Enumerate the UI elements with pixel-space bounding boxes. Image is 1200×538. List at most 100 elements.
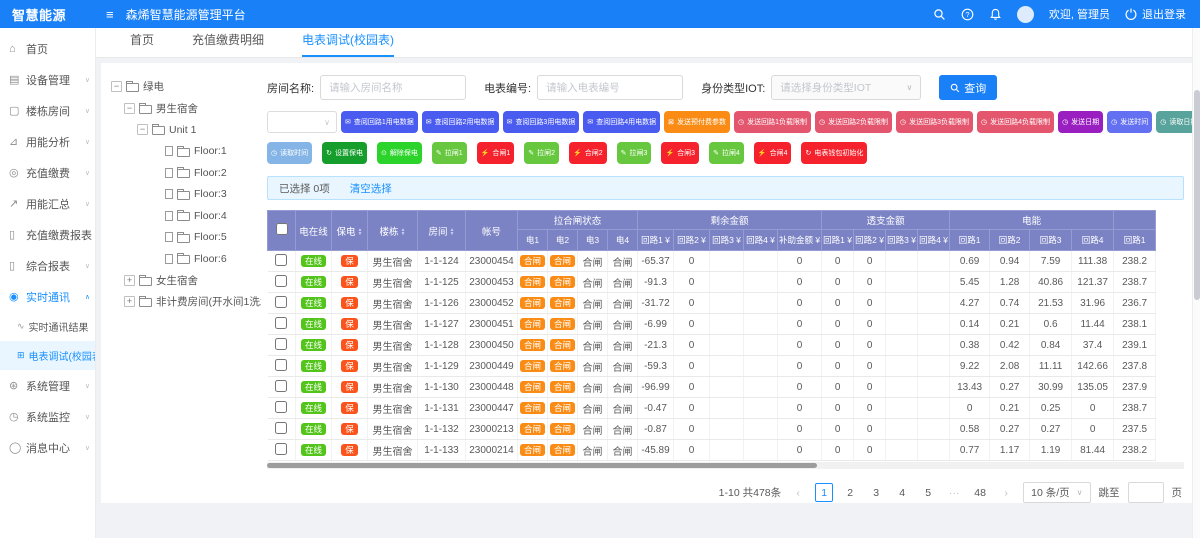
- toolbar-button[interactable]: ✎拉闸2: [524, 142, 559, 164]
- identity-type-select[interactable]: 请选择身份类型IOT ∨: [771, 75, 921, 100]
- sidebar-subitem[interactable]: ∿实时通讯结果: [0, 312, 95, 341]
- toolbar-button[interactable]: ✎拉闸4: [709, 142, 744, 164]
- sidebar-item[interactable]: ⊿用能分析∨: [0, 126, 95, 157]
- logout-button[interactable]: 退出登录: [1125, 6, 1186, 22]
- collapse-toggle-icon[interactable]: −: [124, 103, 135, 114]
- help-icon[interactable]: ?: [961, 8, 974, 21]
- toolbar-button[interactable]: ◷发送回路3负载限制: [896, 111, 973, 133]
- sidebar-item[interactable]: ◷系统监控∨: [0, 401, 95, 432]
- toolbar-button[interactable]: ◷发送日期: [1058, 111, 1103, 133]
- tab-recharge-detail[interactable]: 充值缴费明细: [192, 31, 264, 57]
- toolbar-button[interactable]: ⚡合闸1: [477, 142, 515, 164]
- sort-icon[interactable]: ▲▼: [358, 228, 363, 236]
- row-checkbox[interactable]: [275, 254, 287, 266]
- row-checkbox[interactable]: [275, 317, 287, 329]
- avatar[interactable]: [1017, 6, 1034, 23]
- bell-icon[interactable]: [989, 8, 1002, 21]
- toolbar-button[interactable]: ⊙解除保电: [377, 142, 422, 164]
- toolbar-button[interactable]: ✎拉闸1: [432, 142, 467, 164]
- expand-toggle-icon[interactable]: +: [124, 296, 135, 307]
- toolbar-button[interactable]: ◷发送回路1负载限制: [734, 111, 811, 133]
- row-checkbox[interactable]: [275, 338, 287, 350]
- row-checkbox[interactable]: [275, 380, 287, 392]
- toolbar-button[interactable]: ↻电表钱包初始化: [801, 142, 867, 164]
- tree-node[interactable]: Floor:5: [111, 227, 259, 249]
- toolbar-button[interactable]: ⚡合闸2: [569, 142, 607, 164]
- row-checkbox[interactable]: [275, 443, 287, 455]
- toolbar-button[interactable]: ↻设置保电: [322, 142, 367, 164]
- vertical-scrollbar[interactable]: [1192, 28, 1200, 538]
- tree-node[interactable]: −绿电: [111, 76, 259, 98]
- toolbar-button[interactable]: ◷发送时间: [1107, 111, 1152, 133]
- page-button[interactable]: 3: [867, 483, 885, 502]
- tree-node[interactable]: Floor:4: [111, 205, 259, 227]
- page-button[interactable]: 1: [815, 483, 833, 502]
- room-name-input[interactable]: [320, 75, 466, 100]
- row-checkbox[interactable]: [275, 359, 287, 371]
- search-icon[interactable]: [933, 8, 946, 21]
- table-cell: 合闸: [608, 335, 638, 356]
- page-button[interactable]: 48: [971, 483, 989, 502]
- sidebar-item[interactable]: ↗用能汇总∨: [0, 188, 95, 219]
- tree-node[interactable]: Floor:1: [111, 141, 259, 163]
- table-cell: 0.42: [990, 335, 1030, 356]
- row-checkbox[interactable]: [275, 275, 287, 287]
- sidebar-item[interactable]: ◉实时通讯∧: [0, 281, 95, 312]
- tab-meter-debug[interactable]: 电表调试(校园表): [302, 31, 394, 57]
- sidebar-item[interactable]: ⌂首页: [0, 33, 95, 64]
- row-checkbox[interactable]: [275, 296, 287, 308]
- toolbar-button[interactable]: ✉查阅回路2用电数据: [422, 111, 499, 133]
- sort-icon[interactable]: ▲▼: [401, 228, 406, 236]
- toolbar-button[interactable]: ✉查阅回路4用电数据: [583, 111, 660, 133]
- next-page-button[interactable]: ›: [997, 483, 1015, 502]
- toolbar-button[interactable]: ◷发送回路2负载限制: [815, 111, 892, 133]
- tab-home[interactable]: 首页: [130, 31, 154, 57]
- vertical-scrollbar-thumb[interactable]: [1194, 90, 1200, 300]
- sidebar-item[interactable]: ◯消息中心∨: [0, 432, 95, 463]
- tree-node[interactable]: +女生宿舍: [111, 270, 259, 292]
- prev-page-button[interactable]: ‹: [789, 483, 807, 502]
- toolbar-button[interactable]: ◷读取时间: [267, 142, 312, 164]
- collapse-toggle-icon[interactable]: −: [111, 81, 122, 92]
- toolbar-button[interactable]: ✎拉闸3: [617, 142, 652, 164]
- toolbar-select[interactable]: ∨: [267, 111, 337, 133]
- toolbar-button[interactable]: ✉查阅回路1用电数据: [341, 111, 418, 133]
- tree-node[interactable]: Floor:6: [111, 248, 259, 270]
- tree-node[interactable]: Floor:3: [111, 184, 259, 206]
- toolbar-button[interactable]: ⊠发送预付费参数: [664, 111, 730, 133]
- select-all-checkbox[interactable]: [276, 223, 288, 235]
- sidebar-subitem[interactable]: ⊞电表调试(校园表): [0, 341, 95, 370]
- page-button[interactable]: 2: [841, 483, 859, 502]
- horizontal-scrollbar-thumb[interactable]: [267, 463, 817, 468]
- toolbar-button[interactable]: ⚡合闸4: [754, 142, 792, 164]
- horizontal-scrollbar[interactable]: [267, 462, 1184, 469]
- tree-node[interactable]: −Unit 1: [111, 119, 259, 141]
- page-button[interactable]: 5: [919, 483, 937, 502]
- table-cell: [710, 356, 744, 377]
- page-size-select[interactable]: 10 条/页∨: [1023, 482, 1090, 503]
- sidebar-item[interactable]: ▢楼栋房间∨: [0, 95, 95, 126]
- toolbar-button[interactable]: ⚡合闸3: [661, 142, 699, 164]
- query-button[interactable]: 查询: [939, 75, 997, 100]
- meter-number-input[interactable]: [537, 75, 683, 100]
- menu-collapse-icon[interactable]: ≡: [106, 7, 114, 22]
- row-checkbox[interactable]: [275, 401, 287, 413]
- sidebar-item[interactable]: ▤设备管理∨: [0, 64, 95, 95]
- collapse-toggle-icon[interactable]: −: [137, 124, 148, 135]
- page-button[interactable]: 4: [893, 483, 911, 502]
- table-cell: 合闸: [548, 419, 578, 440]
- expand-toggle-icon[interactable]: +: [124, 275, 135, 286]
- clear-selection-link[interactable]: 清空选择: [350, 181, 392, 196]
- sidebar-item[interactable]: ▯综合报表∨: [0, 250, 95, 281]
- sidebar-item[interactable]: ◎充值缴费∨: [0, 157, 95, 188]
- sidebar-item[interactable]: ▯充值缴费报表∨: [0, 219, 95, 250]
- tree-node[interactable]: Floor:2: [111, 162, 259, 184]
- sort-icon[interactable]: ▲▼: [450, 228, 455, 236]
- tree-node[interactable]: +非计费房间(开水间1洗水间2): [111, 291, 259, 313]
- row-checkbox[interactable]: [275, 422, 287, 434]
- tree-node[interactable]: −男生宿舍: [111, 98, 259, 120]
- sidebar-item[interactable]: ⊛系统管理∨: [0, 370, 95, 401]
- toolbar-button[interactable]: ◷发送回路4负载限制: [977, 111, 1054, 133]
- jump-page-input[interactable]: [1128, 482, 1164, 503]
- toolbar-button[interactable]: ✉查阅回路3用电数据: [503, 111, 580, 133]
